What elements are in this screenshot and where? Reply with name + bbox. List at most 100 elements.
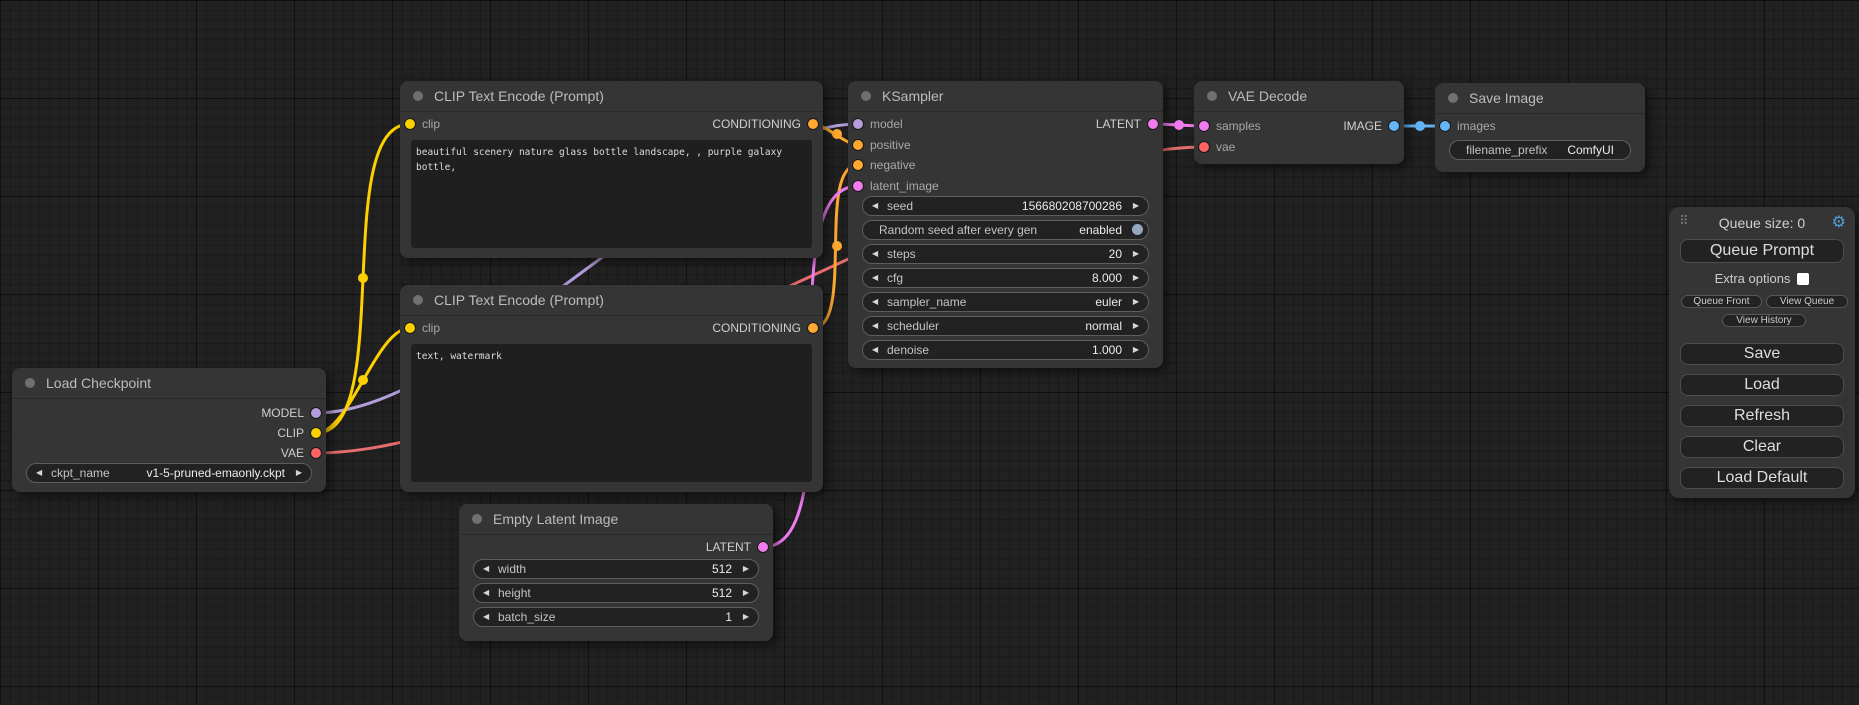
prev-arrow-icon[interactable]: ◀ (483, 608, 489, 626)
node-clip-text-encode-positive[interactable]: CLIP Text Encode (Prompt) clip CONDITION… (400, 81, 823, 258)
view-history-button[interactable]: View History (1722, 314, 1806, 327)
port-negative-input[interactable] (853, 160, 863, 170)
next-arrow-icon[interactable]: ▶ (1133, 245, 1139, 263)
prev-arrow-icon[interactable]: ◀ (872, 245, 878, 263)
refresh-button[interactable]: Refresh (1680, 405, 1844, 427)
sampler-name-widget[interactable]: ◀ sampler_name euler ▶ (862, 292, 1149, 312)
next-arrow-icon[interactable]: ▶ (1133, 293, 1139, 311)
slot-label: clip (422, 318, 440, 338)
extra-options-checkbox[interactable] (1797, 273, 1809, 285)
next-arrow-icon[interactable]: ▶ (743, 608, 749, 626)
queue-front-button[interactable]: Queue Front (1681, 295, 1762, 308)
node-header[interactable]: Empty Latent Image (459, 504, 773, 535)
node-graph-canvas[interactable]: Load Checkpoint MODEL CLIP VAE ◀ ckpt_na… (0, 0, 1859, 705)
node-header[interactable]: CLIP Text Encode (Prompt) (400, 81, 823, 112)
collapse-dot-icon[interactable] (472, 514, 482, 524)
node-header[interactable]: Load Checkpoint (12, 368, 326, 399)
slot-label: clip (422, 114, 440, 134)
scheduler-widget[interactable]: ◀ scheduler normal ▶ (862, 316, 1149, 336)
queue-prompt-button[interactable]: Queue Prompt (1680, 239, 1844, 263)
load-button[interactable]: Load (1680, 374, 1844, 396)
port-positive-input[interactable] (853, 140, 863, 150)
prev-arrow-icon[interactable]: ◀ (872, 341, 878, 359)
node-title: KSampler (882, 81, 943, 111)
prev-arrow-icon[interactable]: ◀ (36, 464, 42, 482)
slot-row: latent_image (848, 176, 1163, 196)
filename-prefix-widget[interactable]: filename_prefix ComfyUI (1449, 140, 1631, 160)
port-samples-input[interactable] (1199, 121, 1209, 131)
port-vae-output[interactable] (311, 448, 321, 458)
toggle-dot-icon[interactable] (1132, 224, 1143, 235)
denoise-widget[interactable]: ◀ denoise 1.000 ▶ (862, 340, 1149, 360)
port-latent-output[interactable] (1148, 119, 1158, 129)
node-empty-latent-image[interactable]: Empty Latent Image LATENT ◀ width 512 ▶ … (459, 504, 773, 641)
next-arrow-icon[interactable]: ▶ (743, 584, 749, 602)
link-dot (1415, 121, 1425, 131)
next-arrow-icon[interactable]: ▶ (1133, 341, 1139, 359)
steps-widget[interactable]: ◀ steps 20 ▶ (862, 244, 1149, 264)
link-dot (1174, 120, 1184, 130)
save-button[interactable]: Save (1680, 343, 1844, 365)
slot-label: images (1457, 116, 1496, 136)
node-header[interactable]: Save Image (1435, 83, 1645, 114)
node-ksampler[interactable]: KSampler model LATENT positive negative … (848, 81, 1163, 368)
node-vae-decode[interactable]: VAE Decode samples IMAGE vae (1194, 81, 1404, 164)
widget-label: sampler_name (887, 293, 966, 311)
batch-size-widget[interactable]: ◀ batch_size 1 ▶ (473, 607, 759, 627)
prev-arrow-icon[interactable]: ◀ (872, 293, 878, 311)
width-widget[interactable]: ◀ width 512 ▶ (473, 559, 759, 579)
prev-arrow-icon[interactable]: ◀ (872, 197, 878, 215)
gear-icon[interactable]: ⚙ (1832, 212, 1846, 231)
port-latent-image-input[interactable] (853, 181, 863, 191)
prev-arrow-icon[interactable]: ◀ (872, 317, 878, 335)
widget-value: 8.000 (1092, 269, 1122, 287)
next-arrow-icon[interactable]: ▶ (1133, 269, 1139, 287)
prompt-textarea-positive[interactable]: beautiful scenery nature glass bottle la… (411, 140, 812, 248)
next-arrow-icon[interactable]: ▶ (743, 560, 749, 578)
next-arrow-icon[interactable]: ▶ (1133, 317, 1139, 335)
collapse-dot-icon[interactable] (1448, 93, 1458, 103)
cfg-widget[interactable]: ◀ cfg 8.000 ▶ (862, 268, 1149, 288)
node-save-image[interactable]: Save Image images filename_prefix ComfyU… (1435, 83, 1645, 172)
port-clip-input[interactable] (405, 323, 415, 333)
port-latent-output[interactable] (758, 542, 768, 552)
port-model-input[interactable] (853, 119, 863, 129)
ckpt-name-widget[interactable]: ◀ ckpt_name v1-5-pruned-emaonly.ckpt ▶ (26, 463, 312, 483)
prev-arrow-icon[interactable]: ◀ (483, 560, 489, 578)
collapse-dot-icon[interactable] (413, 91, 423, 101)
link-dot (358, 375, 368, 385)
port-clip-output[interactable] (311, 428, 321, 438)
node-header[interactable]: VAE Decode (1194, 81, 1404, 112)
load-default-button[interactable]: Load Default (1680, 467, 1844, 489)
prev-arrow-icon[interactable]: ◀ (483, 584, 489, 602)
prompt-textarea-negative[interactable]: text, watermark (411, 344, 812, 482)
collapse-dot-icon[interactable] (861, 91, 871, 101)
port-model-output[interactable] (311, 408, 321, 418)
port-clip-input[interactable] (405, 119, 415, 129)
seed-widget[interactable]: ◀ seed 156680208700286 ▶ (862, 196, 1149, 216)
view-queue-button[interactable]: View Queue (1766, 295, 1848, 308)
collapse-dot-icon[interactable] (25, 378, 35, 388)
random-seed-toggle-widget[interactable]: Random seed after every gen enabled (862, 220, 1149, 240)
node-load-checkpoint[interactable]: Load Checkpoint MODEL CLIP VAE ◀ ckpt_na… (12, 368, 326, 492)
next-arrow-icon[interactable]: ▶ (296, 464, 302, 482)
prev-arrow-icon[interactable]: ◀ (872, 269, 878, 287)
link-dot (832, 241, 842, 251)
height-widget[interactable]: ◀ height 512 ▶ (473, 583, 759, 603)
port-images-input[interactable] (1440, 121, 1450, 131)
node-header[interactable]: CLIP Text Encode (Prompt) (400, 285, 823, 316)
node-title: VAE Decode (1228, 81, 1307, 111)
slot-label: samples (1216, 116, 1261, 136)
node-clip-text-encode-negative[interactable]: CLIP Text Encode (Prompt) clip CONDITION… (400, 285, 823, 492)
port-conditioning-output[interactable] (808, 323, 818, 333)
port-vae-input[interactable] (1199, 142, 1209, 152)
node-header[interactable]: KSampler (848, 81, 1163, 112)
clear-button[interactable]: Clear (1680, 436, 1844, 458)
next-arrow-icon[interactable]: ▶ (1133, 197, 1139, 215)
slot-label: MODEL (261, 403, 304, 423)
port-conditioning-output[interactable] (808, 119, 818, 129)
slot-label: model (870, 114, 903, 134)
port-image-output[interactable] (1389, 121, 1399, 131)
collapse-dot-icon[interactable] (1207, 91, 1217, 101)
collapse-dot-icon[interactable] (413, 295, 423, 305)
